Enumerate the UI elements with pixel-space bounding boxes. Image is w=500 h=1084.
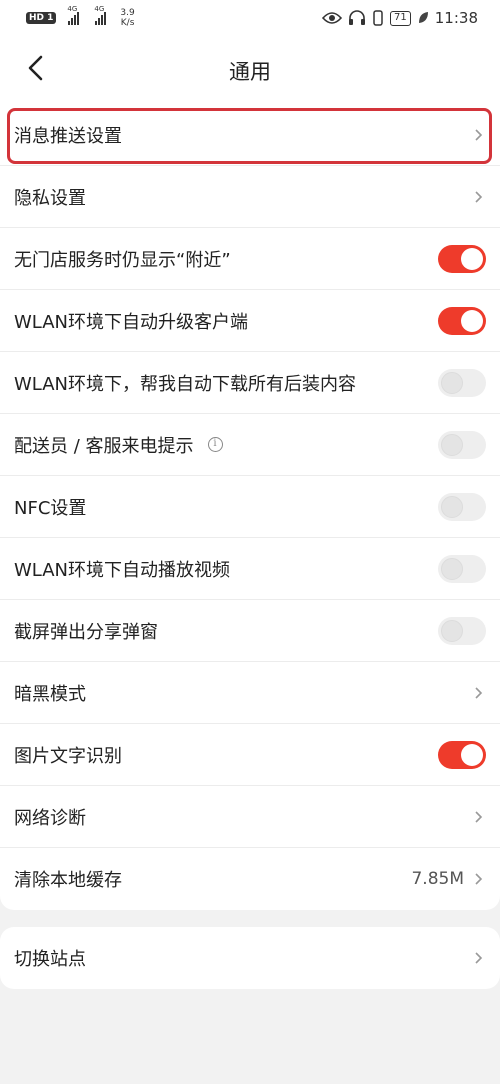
row-label: 切换站点 (14, 949, 86, 970)
row-label: 配送员 / 客服来电提示 (14, 435, 194, 457)
row-label: WLAN环境下自动播放视频 (14, 559, 231, 581)
toggle-wlan-auto-download[interactable] (438, 368, 486, 397)
row-nfc-settings: NFC设置 (0, 476, 500, 538)
row-network-diagnosis[interactable]: 网络诊断 (0, 786, 500, 848)
row-label: 图片文字识别 (14, 745, 122, 767)
chevron-right-icon (475, 190, 483, 203)
row-label: 隐私设置 (14, 187, 86, 209)
row-label: WLAN环境下，帮我自动下载所有后装内容 (14, 373, 357, 395)
row-label: 网络诊断 (14, 807, 86, 829)
row-screenshot-share: 截屏弹出分享弹窗 (0, 600, 500, 662)
status-left: HD 1 4G 4G 3.9 K/s (26, 5, 135, 28)
toggle-wlan-autoplay-video[interactable] (438, 554, 486, 583)
row-switch-site[interactable]: 切换站点 (0, 927, 500, 989)
row-label: 消息推送设置 (14, 125, 122, 147)
row-label: WLAN环境下自动升级客户端 (14, 311, 249, 333)
settings-list: 消息推送设置 隐私设置 无门店服务时仍显示“附近” WLAN环境下自动升级客户端… (0, 100, 500, 910)
info-icon[interactable]: i (207, 437, 223, 452)
row-wlan-auto-upgrade: WLAN环境下自动升级客户端 (0, 290, 500, 352)
battery-icon: 71 (390, 10, 411, 26)
row-privacy-settings[interactable]: 隐私设置 (0, 166, 500, 228)
row-image-text-recognition: 图片文字识别 (0, 724, 500, 786)
status-bar: HD 1 4G 4G 3.9 K/s 71 11:38 (0, 0, 500, 36)
row-label: 清除本地缓存 (14, 870, 122, 891)
chevron-right-icon (475, 873, 483, 885)
toggle-wlan-auto-upgrade[interactable] (438, 306, 486, 335)
network-speed: 3.9 K/s (120, 8, 135, 28)
status-right: 71 11:38 (322, 9, 478, 27)
hd-badge: HD 1 (26, 12, 57, 24)
row-push-settings[interactable]: 消息推送设置 (0, 104, 500, 166)
nav-bar: 通用 (0, 36, 500, 100)
row-label: NFC设置 (14, 497, 87, 519)
chevron-right-icon (475, 810, 483, 823)
site-card: 切换站点 (0, 927, 500, 989)
clock: 11:38 (434, 9, 478, 27)
row-wlan-autoplay-video: WLAN环境下自动播放视频 (0, 538, 500, 600)
cache-size: 7.85M (411, 869, 464, 889)
row-label: 暗黑模式 (14, 683, 86, 705)
toggle-show-nearby[interactable] (438, 244, 486, 273)
eye-icon (322, 12, 343, 24)
chevron-right-icon (475, 128, 483, 141)
signal-icon: 4G (67, 5, 80, 25)
page-title: 通用 (229, 60, 271, 84)
toggle-call-alert[interactable] (438, 430, 486, 459)
toggle-image-text-recognition[interactable] (438, 740, 486, 769)
row-label: 截屏弹出分享弹窗 (14, 621, 158, 643)
row-wlan-auto-download: WLAN环境下，帮我自动下载所有后装内容 (0, 352, 500, 414)
signal-icon-2: 4G (94, 5, 107, 25)
chevron-right-icon (475, 952, 483, 964)
toggle-nfc[interactable] (438, 492, 486, 521)
row-show-nearby: 无门店服务时仍显示“附近” (0, 228, 500, 290)
row-call-alert: 配送员 / 客服来电提示 i (0, 414, 500, 476)
vibrate-icon (373, 10, 383, 26)
toggle-screenshot-share[interactable] (438, 616, 486, 645)
chevron-right-icon (475, 686, 483, 699)
headphones-icon (349, 10, 366, 25)
row-label: 无门店服务时仍显示“附近” (14, 249, 231, 271)
leaf-icon (418, 12, 428, 23)
row-clear-cache[interactable]: 清除本地缓存 7.85M (0, 848, 500, 910)
row-dark-mode[interactable]: 暗黑模式 (0, 662, 500, 724)
